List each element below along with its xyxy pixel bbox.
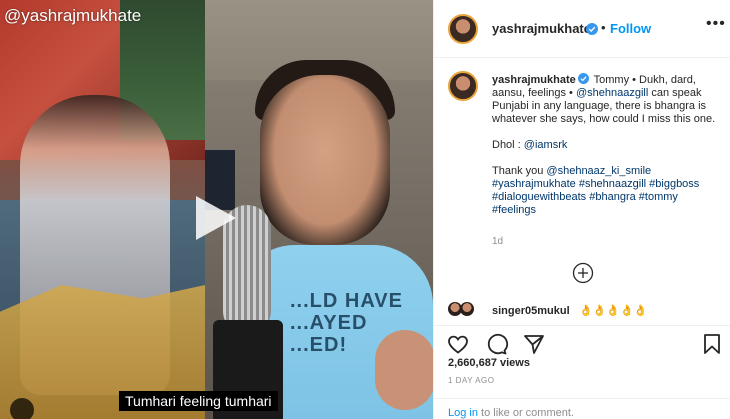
comment-icon[interactable] — [484, 332, 508, 356]
login-prompt-text: to like or comment. — [477, 407, 574, 419]
video-watermark: @yashrajmukhate — [4, 6, 142, 25]
play-icon[interactable] — [188, 192, 240, 244]
more-options-icon[interactable]: ••• — [706, 15, 726, 33]
post-header: yashrajmukhate • Follow ••• — [434, 0, 730, 58]
heart-icon[interactable] — [446, 332, 470, 356]
commenter-username[interactable]: singer05mukul — [492, 305, 570, 317]
mute-toggle-icon[interactable] — [10, 398, 34, 419]
caption-author-avatar[interactable] — [448, 71, 478, 101]
video-left-panel — [0, 0, 205, 419]
caption-dhol-line: Dhol : @iamsrk — [492, 139, 722, 152]
caption-thanks-line: Thank you @shehnaaz_ki_smile #yashrajmukh… — [492, 165, 722, 217]
caption-text: Dhol : — [492, 139, 524, 151]
shirt-print-text: ...LD HAVE ...AYED ...ED! — [290, 290, 403, 356]
view-count: 2,660,687 views — [448, 357, 530, 369]
comment-row: singer05mukul 👌👌👌👌👌 — [434, 298, 730, 326]
commenter-avatar[interactable] — [448, 302, 476, 324]
caption-username[interactable]: yashrajmukhate — [492, 74, 576, 86]
caption-area: yashrajmukhate Tommy • Dukh, dard, aansu… — [434, 59, 730, 295]
post-sidebar: yashrajmukhate • Follow ••• yashrajmukha… — [433, 0, 730, 419]
video-person-head — [260, 75, 390, 245]
caption-timestamp: 1d — [492, 236, 504, 247]
mention-link[interactable]: @iamsrk — [524, 139, 568, 151]
post-caption: yashrajmukhate Tommy • Dukh, dard, aansu… — [492, 73, 722, 217]
comment-text: 👌👌👌👌👌 — [579, 305, 648, 317]
separator-dot: • — [601, 20, 606, 35]
mention-link[interactable]: @shehnaaz_ki_smile — [546, 165, 651, 177]
paper-plane-icon[interactable] — [522, 332, 546, 356]
hashtags[interactable]: #yashrajmukhate #shehnaazgill #biggboss … — [492, 178, 699, 216]
action-bar — [434, 328, 730, 358]
author-username[interactable]: yashrajmukhate — [492, 21, 591, 36]
verified-badge-icon — [577, 73, 589, 84]
author-avatar[interactable] — [448, 14, 478, 44]
post-date: 1 DAY AGO — [448, 376, 495, 385]
login-prompt: Log in to like or comment. — [448, 407, 574, 419]
login-link[interactable]: Log in — [448, 407, 478, 419]
mention-link[interactable]: @shehnaazgill — [576, 87, 648, 99]
verified-badge-icon — [586, 23, 598, 35]
caption-text: Thank you — [492, 165, 547, 177]
login-bar: Log in to like or comment. — [434, 398, 730, 419]
bookmark-icon[interactable] — [700, 332, 724, 356]
video-subtitle: Tumhari feeling tumhari — [119, 391, 278, 411]
post-video[interactable]: ...LD HAVE ...AYED ...ED! @yashrajmukhat… — [0, 0, 433, 419]
follow-button[interactable]: Follow — [610, 21, 651, 36]
plus-circle-icon[interactable] — [572, 262, 594, 284]
